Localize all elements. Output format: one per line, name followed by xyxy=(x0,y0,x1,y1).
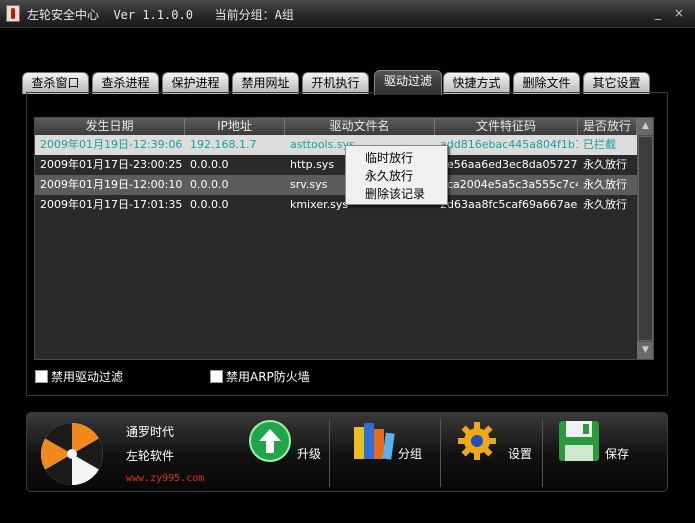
books-icon xyxy=(354,423,395,460)
brand-line-1: 通罗时代 xyxy=(126,425,175,439)
cell-date: 2009年01月17日-17:01:35 xyxy=(40,198,183,211)
tab-protect-process[interactable]: 保护进程 xyxy=(162,72,229,94)
website-link[interactable]: www.zy995.com xyxy=(126,473,204,484)
column-ip[interactable]: IP地址 xyxy=(185,118,285,135)
cell-ip: 0.0.0.0 xyxy=(190,158,229,171)
cell-signature: 2d63aa8fc5caf69a667aea9 xyxy=(440,198,578,211)
cell-ip: 0.0.0.0 xyxy=(190,198,229,211)
cell-date: 2009年01月19日-12:00:10 xyxy=(40,178,183,191)
vertical-scrollbar[interactable]: ▲ ▼ xyxy=(637,118,653,359)
tab-kill-process[interactable]: 查杀进程 xyxy=(92,72,159,94)
revolver-logo-icon xyxy=(41,423,103,485)
context-menu: 临时放行 永久放行 删除该记录 xyxy=(345,145,448,205)
cell-status: 已拦截 xyxy=(583,138,616,151)
group-label: 分组 xyxy=(398,447,423,461)
save-label: 保存 xyxy=(605,447,630,461)
title-bar: 左轮安全中心 Ver 1.1.0.0 当前分组：A组 _ × xyxy=(0,0,695,28)
column-signature[interactable]: 文件特征码 xyxy=(435,118,578,135)
upgrade-button[interactable]: 升级 xyxy=(248,417,328,489)
column-date[interactable]: 发生日期 xyxy=(35,118,185,135)
menu-item-temp-allow[interactable]: 临时放行 xyxy=(346,149,447,167)
checkbox-box[interactable] xyxy=(210,370,223,383)
toolbar-divider xyxy=(440,419,441,487)
upgrade-arrow-icon xyxy=(249,420,291,462)
scroll-down-icon[interactable]: ▼ xyxy=(637,342,653,359)
checkbox-box[interactable] xyxy=(35,370,48,383)
gear-icon xyxy=(458,422,496,460)
cell-signature: 6ca2004e5a5c3a555c7c474 xyxy=(440,178,578,191)
app-icon xyxy=(6,5,20,22)
minimize-button[interactable]: _ xyxy=(650,5,666,21)
toolbar-divider xyxy=(542,419,543,487)
close-button[interactable]: × xyxy=(671,5,687,21)
table-row[interactable]: 2009年01月19日-12:39:06 192.168.1.7 asttool… xyxy=(35,135,637,155)
toolbar-divider xyxy=(329,419,330,487)
cell-signature: 0e56aa6ed3ec8da05727b36 xyxy=(440,158,578,171)
table-row[interactable]: 2009年01月17日-23:00:25 0.0.0.0 http.sys 0e… xyxy=(35,155,637,175)
driver-log-table: 发生日期 IP地址 驱动文件名 文件特征码 是否放行 2009年01月19日-1… xyxy=(34,117,654,360)
upgrade-label: 升级 xyxy=(297,447,322,461)
tab-block-url[interactable]: 禁用网址 xyxy=(232,72,299,94)
tab-kill-window[interactable]: 查杀窗口 xyxy=(22,72,89,94)
menu-item-permanent-allow[interactable]: 永久放行 xyxy=(346,167,447,185)
settings-button[interactable]: 设置 xyxy=(455,417,535,489)
brand-line-2: 左轮软件 xyxy=(126,449,175,463)
cell-signature: add816ebac445a804f1b190 xyxy=(440,138,578,151)
tab-delete-file[interactable]: 删除文件 xyxy=(513,72,580,94)
cell-status: 永久放行 xyxy=(583,178,627,191)
cell-status: 永久放行 xyxy=(583,158,627,171)
settings-label: 设置 xyxy=(508,447,533,461)
cell-date: 2009年01月17日-23:00:25 xyxy=(40,158,183,171)
scroll-up-icon[interactable]: ▲ xyxy=(637,118,653,135)
checkbox-label: 禁用驱动过滤 xyxy=(51,370,124,384)
cell-status: 永久放行 xyxy=(583,198,627,211)
group-button[interactable]: 分组 xyxy=(352,417,432,489)
checkbox-label: 禁用ARP防火墙 xyxy=(226,370,310,384)
scroll-thumb[interactable] xyxy=(638,136,653,341)
cell-ip: 192.168.1.7 xyxy=(190,138,257,151)
floppy-disk-icon xyxy=(559,421,599,461)
menu-item-delete-record[interactable]: 删除该记录 xyxy=(346,185,447,203)
save-button[interactable]: 保存 xyxy=(557,417,647,489)
cell-date: 2009年01月19日-12:39:06 xyxy=(40,138,183,151)
bottom-toolbar: 通罗时代 左轮软件 www.zy995.com 升级 分组 设置 保存 xyxy=(26,412,668,492)
cell-ip: 0.0.0.0 xyxy=(190,178,229,191)
window-title: 左轮安全中心 Ver 1.1.0.0 当前分组：A组 xyxy=(27,8,294,22)
tab-shortcut[interactable]: 快捷方式 xyxy=(443,72,510,94)
tab-other-settings[interactable]: 其它设置 xyxy=(583,72,650,94)
table-row[interactable]: 2009年01月17日-17:01:35 0.0.0.0 kmixer.sys … xyxy=(35,195,637,215)
column-status[interactable]: 是否放行 xyxy=(578,118,637,135)
tab-startup[interactable]: 开机执行 xyxy=(302,72,369,94)
table-row[interactable]: 2009年01月19日-12:00:10 0.0.0.0 srv.sys 6ca… xyxy=(35,175,637,195)
table-header: 发生日期 IP地址 驱动文件名 文件特征码 是否放行 xyxy=(35,118,637,135)
column-driver-file[interactable]: 驱动文件名 xyxy=(285,118,435,135)
